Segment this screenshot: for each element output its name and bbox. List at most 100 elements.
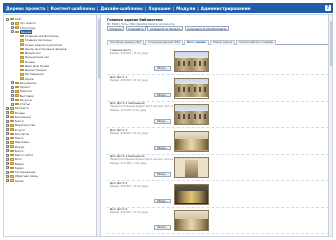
image-thumbnail[interactable]	[174, 77, 209, 99]
folder-icon	[20, 47, 24, 51]
image-thumbnail[interactable]	[174, 157, 209, 178]
collapse-icon[interactable]: −	[11, 30, 14, 34]
folder-icon	[10, 175, 14, 178]
expand-icon[interactable]: +	[11, 21, 14, 25]
browse-button[interactable]: Обзор...	[154, 119, 171, 124]
site-tree: − Сайт + Что нового + Структура − Здание Главный…	[4, 15, 101, 236]
expand-icon[interactable]: +	[6, 106, 9, 110]
tab[interactable]: Фото здания	[183, 40, 209, 45]
expand-icon[interactable]: +	[6, 123, 9, 127]
expand-icon[interactable]: +	[6, 136, 9, 140]
image-description: Размер: 476x320 | 72 кб | Jpeg	[110, 78, 148, 82]
image-thumbnail[interactable]	[174, 183, 209, 205]
folder-icon	[15, 81, 19, 85]
expand-icon[interactable]: +	[6, 132, 9, 136]
help-icon[interactable]: ?	[325, 5, 331, 11]
folder-icon	[10, 166, 14, 170]
expand-icon[interactable]: +	[6, 174, 9, 178]
image-description: Размер: 476x320 | 73 кб | Jpeg	[110, 211, 148, 214]
expand-icon[interactable]: +	[6, 140, 9, 144]
image-thumbnail[interactable]	[174, 130, 209, 152]
image-row: Доп фото 3 Размер: 476x320 | 70 кб | Jpeg…	[107, 128, 329, 155]
folder-icon	[15, 26, 19, 29]
nav-item-project-tree[interactable]: Дерево проекта	[6, 6, 45, 11]
expand-icon[interactable]: +	[11, 26, 14, 30]
tree-scrollbar-thumb[interactable]	[97, 19, 101, 79]
expand-icon[interactable]: +	[11, 85, 14, 89]
detail-scrollbar[interactable]	[328, 15, 333, 236]
nav-item-content-templates[interactable]: Контент-шаблоны	[51, 6, 95, 11]
tab[interactable]: Планы здания	[209, 40, 236, 45]
folder-icon	[10, 153, 14, 157]
expand-icon[interactable]: +	[11, 102, 14, 106]
open-button[interactable]: Открыть	[107, 26, 125, 31]
folder-icon	[20, 68, 24, 72]
image-thumbnail[interactable]	[174, 210, 209, 231]
folder-icon	[10, 162, 14, 165]
nav-separator: |	[144, 5, 147, 11]
folder-icon	[10, 158, 14, 161]
nav-item-administration[interactable]: Администрирование	[201, 6, 251, 11]
tree-item[interactable]: + Архив	[4, 179, 100, 183]
image-description: Размер: 476x320 | 75 кб | Jpeg	[110, 184, 148, 188]
image-thumbnail[interactable]	[174, 51, 209, 72]
browse-button[interactable]: Обзор...	[154, 145, 171, 150]
expand-icon[interactable]: +	[6, 145, 9, 149]
save-button[interactable]: Сохранить	[125, 26, 146, 31]
nav-item-design-templates[interactable]: Дизайн-шаблоны	[101, 6, 143, 11]
folder-icon	[10, 124, 14, 127]
expand-icon[interactable]: +	[6, 166, 9, 170]
tab[interactable]: Основные данные (RU)	[107, 40, 145, 45]
expand-icon[interactable]: +	[6, 149, 9, 153]
image-row: Доп фото 6 Размер: 476x320 | 73 кб | Jpeg…	[107, 207, 329, 234]
image-thumbnail[interactable]	[174, 104, 209, 125]
folder-icon	[15, 94, 19, 97]
folder-icon	[20, 34, 24, 38]
expand-icon[interactable]: +	[6, 119, 9, 123]
browse-button[interactable]: Обзор...	[154, 225, 171, 230]
expand-icon[interactable]: +	[6, 115, 9, 119]
save-publish-button[interactable]: Сохранить & Опубликовать	[184, 26, 229, 31]
tree-scrollbar[interactable]	[96, 15, 101, 236]
folder-icon	[15, 22, 19, 25]
browse-button[interactable]: Обзор...	[154, 66, 171, 71]
collapse-icon[interactable]: −	[6, 17, 9, 21]
expand-icon[interactable]: +	[11, 94, 14, 98]
folder-icon	[10, 107, 14, 110]
expand-icon[interactable]: +	[6, 157, 9, 161]
tab[interactable]: Основные данные (EN)	[145, 40, 183, 45]
expand-icon[interactable]: +	[6, 179, 9, 183]
save-close-button[interactable]: Сохранить & Закрыть	[147, 26, 184, 31]
main-frame: − Сайт + Что нового + Структура − Здание Главный…	[3, 14, 333, 237]
folder-icon	[10, 170, 14, 174]
expand-icon[interactable]: +	[6, 111, 9, 115]
toolbar: Открыть Сохранить Сохранить & Закрыть Со…	[107, 26, 229, 31]
nav-separator: |	[47, 5, 49, 11]
tab[interactable]: Режим работы и тарифы	[236, 40, 277, 45]
folder-icon	[20, 64, 24, 68]
folder-icon	[10, 132, 14, 136]
image-row: Доп фото 2 маленькое Предпочтительный фор…	[107, 101, 329, 128]
expand-icon[interactable]: +	[6, 162, 9, 166]
folder-icon	[10, 149, 14, 153]
expand-icon[interactable]: +	[6, 153, 9, 157]
folder-icon	[10, 136, 14, 140]
expand-icon[interactable]: +	[11, 81, 14, 85]
browse-button[interactable]: Обзор...	[154, 198, 171, 203]
browse-button[interactable]: Обзор...	[154, 172, 171, 177]
tree-item-label: Архив	[14, 178, 24, 183]
expand-icon[interactable]: +	[11, 98, 14, 102]
image-size-info: Размер: 117x100 | 6 кб | Jpeg	[110, 108, 147, 112]
nav-item-good[interactable]: Хорошие	[148, 6, 170, 11]
expand-icon[interactable]: +	[6, 170, 9, 174]
nav-separator: |	[96, 5, 99, 11]
folder-icon	[20, 73, 24, 76]
browse-button[interactable]: Обзор...	[154, 92, 171, 97]
expand-icon[interactable]: +	[6, 128, 9, 132]
folder-icon	[15, 98, 19, 102]
nav-item-modules[interactable]: Модули	[176, 6, 195, 11]
image-description: Размер: 476x320 | 70 кб | Jpeg	[110, 131, 148, 135]
expand-icon[interactable]: +	[11, 89, 14, 93]
detail-scrollbar-thumb[interactable]	[329, 21, 333, 66]
folder-icon	[10, 17, 14, 21]
